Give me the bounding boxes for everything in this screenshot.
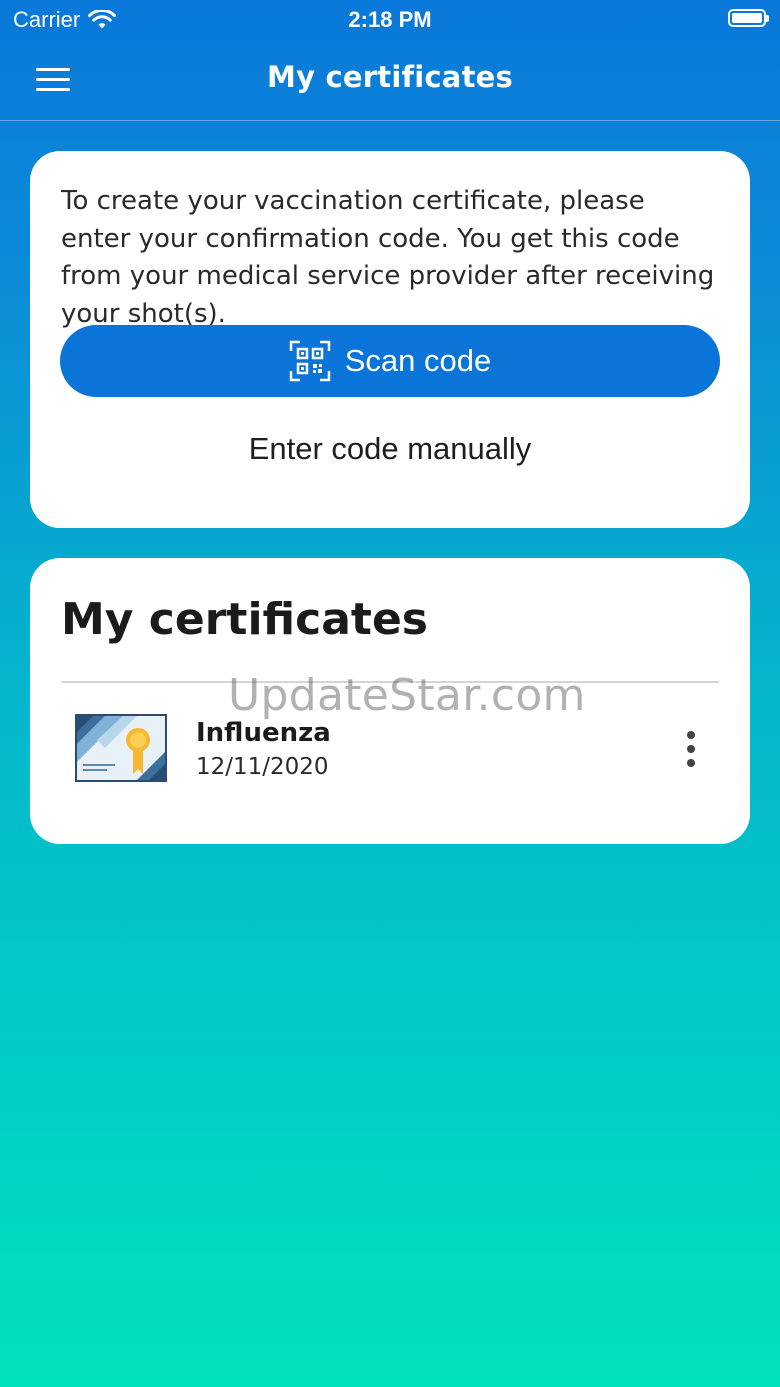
certificates-heading: My certificates (61, 594, 428, 645)
battery-icon (728, 9, 769, 27)
status-time: 2:18 PM (348, 7, 432, 32)
qr-code-icon (289, 340, 330, 382)
status-bar: Carrier 2:18 PM (0, 0, 780, 40)
certificates-card: My certificates Influenza 12/11/2020 (30, 558, 750, 844)
divider (61, 681, 719, 683)
enter-code-manually-button[interactable]: Enter code manually (60, 421, 720, 477)
certificate-icon (75, 714, 167, 782)
create-certificate-card: To create your vaccination certificate, … (30, 151, 750, 528)
more-vertical-icon[interactable] (681, 731, 703, 767)
navigation-bar: My certificates (0, 40, 780, 121)
certificate-date: 12/11/2020 (196, 754, 329, 780)
battery-level (732, 13, 762, 23)
instructions-text: To create your vaccination certificate, … (61, 186, 715, 329)
scan-code-label: Scan code (344, 343, 492, 378)
scan-code-button[interactable]: Scan code (60, 325, 720, 397)
certificate-name: Influenza (196, 718, 331, 748)
page-title: My certificates (267, 60, 513, 94)
certificate-list-item[interactable]: Influenza 12/11/2020 (61, 684, 719, 810)
